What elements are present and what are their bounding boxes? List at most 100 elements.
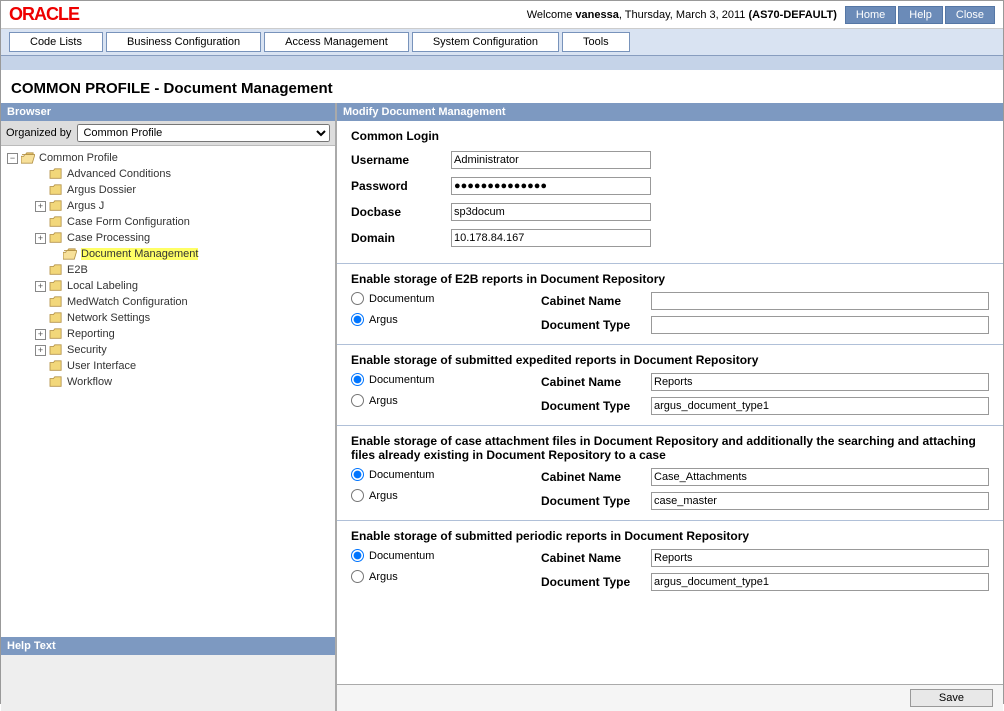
browser-panel: Browser Organized by Common Profile − Com… bbox=[1, 103, 336, 711]
app-header: ORACLE Welcome vanessa, Thursday, March … bbox=[1, 1, 1003, 29]
tree-item-label: E2B bbox=[67, 264, 88, 276]
storage-title: Enable storage of E2B reports in Documen… bbox=[351, 272, 989, 286]
sub-bar bbox=[1, 56, 1003, 70]
main-body: Common Login Username Password Docbase D… bbox=[337, 121, 1003, 684]
common-login-title: Common Login bbox=[351, 129, 989, 143]
tree-root-label: Common Profile bbox=[39, 152, 118, 164]
username-label: Username bbox=[351, 153, 451, 167]
tab-business-config[interactable]: Business Configuration bbox=[106, 32, 261, 52]
profile-tree: − Common Profile Advanced Conditions Argus … bbox=[1, 146, 335, 637]
storage-title: Enable storage of submitted periodic rep… bbox=[351, 529, 989, 543]
tree-item-label: Local Labeling bbox=[67, 280, 138, 292]
tree-item[interactable]: Advanced Conditions bbox=[7, 166, 333, 182]
storage-section: Enable storage of submitted expedited re… bbox=[337, 344, 1003, 425]
storage-section: Enable storage of submitted periodic rep… bbox=[337, 520, 1003, 601]
radio-argus[interactable]: Argus bbox=[351, 394, 541, 407]
cabinet-label: Cabinet Name bbox=[541, 294, 651, 308]
cabinet-field[interactable] bbox=[651, 468, 989, 486]
tree-item[interactable]: + Local Labeling bbox=[7, 278, 333, 294]
doctype-label: Document Type bbox=[541, 575, 651, 589]
doctype-field[interactable] bbox=[651, 492, 989, 510]
tree-item-label: Case Processing bbox=[67, 232, 150, 244]
header-right: Welcome vanessa, Thursday, March 3, 2011… bbox=[527, 6, 995, 24]
cabinet-label: Cabinet Name bbox=[541, 470, 651, 484]
tree-item-label: Document Management bbox=[81, 248, 198, 260]
browser-header: Browser bbox=[1, 103, 335, 121]
plus-icon[interactable]: + bbox=[35, 233, 46, 244]
organized-by-label: Organized by bbox=[6, 127, 71, 139]
cabinet-label: Cabinet Name bbox=[541, 375, 651, 389]
storage-title: Enable storage of case attachment files … bbox=[351, 434, 989, 462]
tree-item[interactable]: MedWatch Configuration bbox=[7, 294, 333, 310]
tree-item[interactable]: Argus Dossier bbox=[7, 182, 333, 198]
cabinet-field[interactable] bbox=[651, 373, 989, 391]
help-text-body bbox=[1, 655, 335, 711]
radio-argus[interactable]: Argus bbox=[351, 313, 541, 326]
docbase-field[interactable] bbox=[451, 203, 651, 221]
plus-icon[interactable]: + bbox=[35, 201, 46, 212]
tree-root[interactable]: − Common Profile bbox=[7, 150, 333, 166]
main-panel: Modify Document Management Common Login … bbox=[336, 103, 1003, 711]
doctype-field[interactable] bbox=[651, 573, 989, 591]
close-button[interactable]: Close bbox=[945, 6, 995, 24]
oracle-logo: ORACLE bbox=[9, 4, 79, 25]
page-title: COMMON PROFILE - Document Management bbox=[1, 70, 1003, 103]
radio-documentum[interactable]: Documentum bbox=[351, 292, 541, 305]
tree-item-label: Workflow bbox=[67, 376, 112, 388]
tab-tools[interactable]: Tools bbox=[562, 32, 630, 52]
username-field[interactable] bbox=[451, 151, 651, 169]
tab-code-lists[interactable]: Code Lists bbox=[9, 32, 103, 52]
tree-item[interactable]: Network Settings bbox=[7, 310, 333, 326]
domain-label: Domain bbox=[351, 231, 451, 245]
tree-item[interactable]: Case Form Configuration bbox=[7, 214, 333, 230]
doctype-field[interactable] bbox=[651, 316, 989, 334]
doctype-field[interactable] bbox=[651, 397, 989, 415]
plus-icon[interactable]: + bbox=[35, 345, 46, 356]
footer-bar: Save bbox=[337, 684, 1003, 711]
cabinet-label: Cabinet Name bbox=[541, 551, 651, 565]
tab-access-mgmt[interactable]: Access Management bbox=[264, 32, 409, 52]
tree-item[interactable]: Workflow bbox=[7, 374, 333, 390]
radio-documentum[interactable]: Documentum bbox=[351, 468, 541, 481]
tree-item-label: User Interface bbox=[67, 360, 136, 372]
help-button[interactable]: Help bbox=[898, 6, 943, 24]
plus-icon[interactable]: + bbox=[35, 281, 46, 292]
nav-bar: Code Lists Business Configuration Access… bbox=[1, 29, 1003, 56]
tree-item[interactable]: + Argus J bbox=[7, 198, 333, 214]
tree-item-label: Security bbox=[67, 344, 107, 356]
tree-item[interactable]: E2B bbox=[7, 262, 333, 278]
password-field[interactable] bbox=[451, 177, 651, 195]
docbase-label: Docbase bbox=[351, 205, 451, 219]
tree-item[interactable]: + Security bbox=[7, 342, 333, 358]
radio-argus[interactable]: Argus bbox=[351, 489, 541, 502]
domain-field[interactable] bbox=[451, 229, 651, 247]
storage-section: Enable storage of case attachment files … bbox=[337, 425, 1003, 520]
tree-item[interactable]: Document Management bbox=[7, 246, 333, 262]
home-button[interactable]: Home bbox=[845, 6, 896, 24]
organized-by-select[interactable]: Common Profile bbox=[77, 124, 330, 142]
tree-item-label: Argus Dossier bbox=[67, 184, 136, 196]
tab-system-config[interactable]: System Configuration bbox=[412, 32, 559, 52]
organized-by-row: Organized by Common Profile bbox=[1, 121, 335, 146]
plus-icon[interactable]: + bbox=[35, 329, 46, 340]
tree-item-label: Argus J bbox=[67, 200, 104, 212]
help-text-header: Help Text bbox=[1, 637, 335, 655]
radio-documentum[interactable]: Documentum bbox=[351, 549, 541, 562]
minus-icon[interactable]: − bbox=[7, 153, 18, 164]
tree-item[interactable]: User Interface bbox=[7, 358, 333, 374]
cabinet-field[interactable] bbox=[651, 549, 989, 567]
radio-documentum[interactable]: Documentum bbox=[351, 373, 541, 386]
tree-item-label: Advanced Conditions bbox=[67, 168, 171, 180]
tree-item-label: Network Settings bbox=[67, 312, 150, 324]
tree-item[interactable]: + Reporting bbox=[7, 326, 333, 342]
welcome-text: Welcome vanessa, Thursday, March 3, 2011… bbox=[527, 9, 837, 21]
tree-item-label: Reporting bbox=[67, 328, 115, 340]
tree-item-label: MedWatch Configuration bbox=[67, 296, 188, 308]
save-button[interactable]: Save bbox=[910, 689, 993, 707]
cabinet-field[interactable] bbox=[651, 292, 989, 310]
main-header: Modify Document Management bbox=[337, 103, 1003, 121]
tree-item-label: Case Form Configuration bbox=[67, 216, 190, 228]
radio-argus[interactable]: Argus bbox=[351, 570, 541, 583]
tree-item[interactable]: + Case Processing bbox=[7, 230, 333, 246]
password-label: Password bbox=[351, 179, 451, 193]
